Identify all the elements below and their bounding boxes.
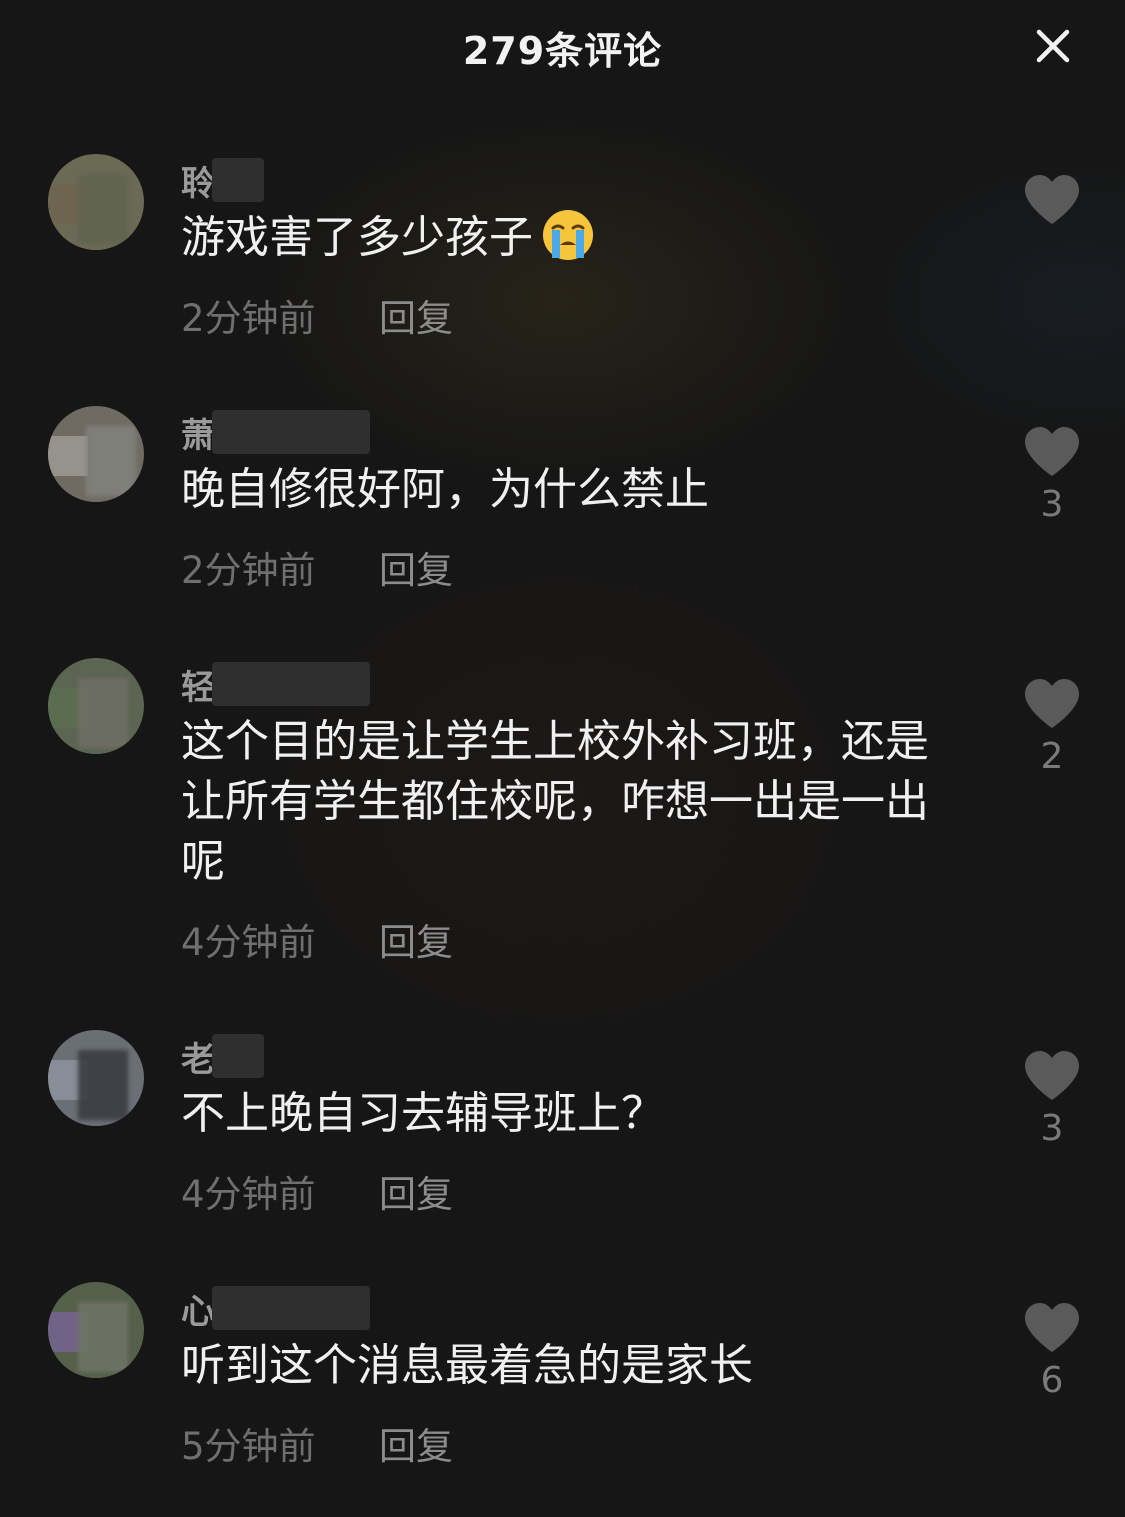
close-button[interactable] — [1033, 26, 1073, 66]
username[interactable]: 心 — [181, 1284, 215, 1333]
comment-text: 游戏害了多少孩子 — [181, 208, 961, 268]
comment-meta: 4分钟前 回复 — [181, 1164, 453, 1218]
comment-text: 不上晚自习去辅导班上？ — [181, 1088, 665, 1139]
comment-meta: 2分钟前 回复 — [181, 288, 453, 342]
comment-meta: 2分钟前 回复 — [181, 540, 453, 594]
comment-item: 老 不上晚自习去辅导班上？ 4分钟前 回复 3 — [0, 1026, 1125, 1226]
avatar[interactable] — [48, 406, 144, 502]
reply-button[interactable]: 回复 — [379, 912, 453, 966]
comment-time: 2分钟前 — [181, 549, 316, 592]
heart-icon — [1025, 427, 1079, 476]
username-mask — [212, 1034, 264, 1078]
comment-count-title: 279条评论 — [462, 29, 663, 73]
comments-header: 279条评论 — [0, 0, 1125, 92]
like-count: 2 — [1040, 736, 1064, 777]
username[interactable]: 聆 — [181, 156, 215, 205]
avatar[interactable] — [48, 154, 144, 250]
comment-item: 心 听到这个消息最着急的是家长 5分钟前 回复 6 — [0, 1278, 1125, 1478]
like-button[interactable] — [1022, 174, 1082, 232]
username-mask — [212, 410, 370, 454]
comment-item: 萧 晚自修很好阿，为什么禁止 2分钟前 回复 3 — [0, 402, 1125, 602]
heart-icon — [1025, 679, 1079, 728]
heart-icon — [1025, 1303, 1079, 1352]
username[interactable]: 老 — [181, 1032, 215, 1081]
username-mask — [212, 1286, 370, 1330]
reply-button[interactable]: 回复 — [379, 288, 453, 342]
like-count: 3 — [1040, 484, 1064, 525]
username[interactable]: 轻 — [181, 660, 215, 709]
comment-text: 这个目的是让学生上校外补习班，还是 让所有学生都住校呢，咋想一出是一出 呢 — [181, 712, 961, 892]
comment-meta: 4分钟前 回复 — [181, 912, 453, 966]
heart-icon — [1025, 175, 1079, 224]
like-count: 3 — [1040, 1108, 1064, 1149]
heart-icon — [1025, 1051, 1079, 1100]
comment-text: 晚自修很好阿，为什么禁止 — [181, 464, 709, 515]
close-icon — [1036, 29, 1070, 63]
comment-time: 5分钟前 — [181, 1425, 316, 1468]
comment-item: 轻 这个目的是让学生上校外补习班，还是 让所有学生都住校呢，咋想一出是一出 呢 … — [0, 654, 1125, 974]
comment-time: 2分钟前 — [181, 297, 316, 340]
username[interactable]: 萧 — [181, 408, 215, 457]
comment-text-line: 呢 — [181, 836, 225, 887]
like-button[interactable]: 2 — [1022, 678, 1082, 777]
comment-item: 聆 游戏害了多少孩子 2分钟前 回复 — [0, 150, 1125, 350]
comment-time: 4分钟前 — [181, 921, 316, 964]
comment-text-line: 让所有学生都住校呢，咋想一出是一出 — [181, 776, 929, 827]
comment-time: 4分钟前 — [181, 1173, 316, 1216]
avatar[interactable] — [48, 658, 144, 754]
username-mask — [212, 158, 264, 202]
avatar[interactable] — [48, 1030, 144, 1126]
like-button[interactable]: 6 — [1022, 1302, 1082, 1401]
comment-meta: 5分钟前 回复 — [181, 1416, 453, 1470]
reply-button[interactable]: 回复 — [379, 1416, 453, 1470]
like-button[interactable]: 3 — [1022, 426, 1082, 525]
avatar[interactable] — [48, 1282, 144, 1378]
reply-button[interactable]: 回复 — [379, 540, 453, 594]
like-button[interactable]: 3 — [1022, 1050, 1082, 1149]
reply-button[interactable]: 回复 — [379, 1164, 453, 1218]
comment-text-line: 这个目的是让学生上校外补习班，还是 — [181, 716, 929, 767]
comment-text: 听到这个消息最着急的是家长 — [181, 1340, 753, 1391]
username-mask — [212, 662, 370, 706]
loudly-crying-face-emoji — [543, 210, 593, 260]
like-count: 6 — [1040, 1360, 1064, 1401]
